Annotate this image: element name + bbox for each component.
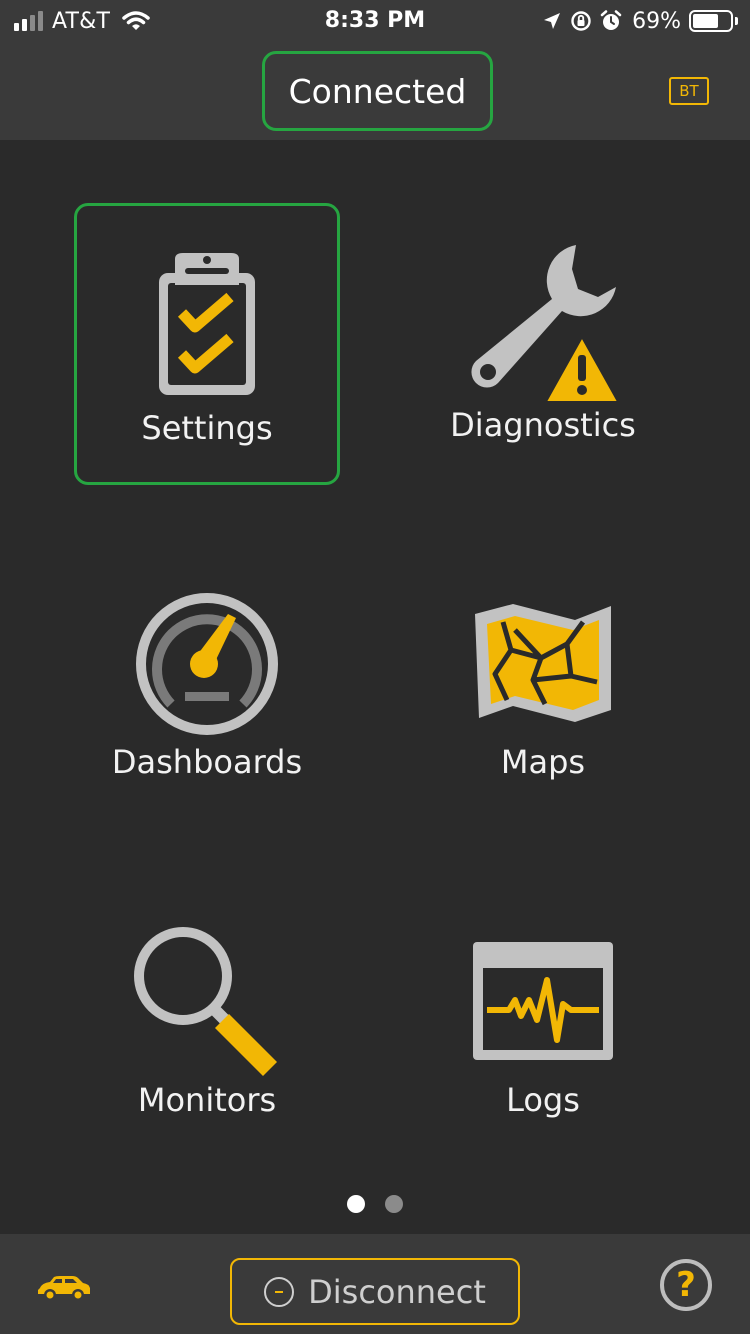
menu-tile-settings-label: Settings [141,409,273,447]
map-icon [410,600,676,726]
disconnect-label: Disconnect [308,1272,486,1311]
menu-tile-dashboards-label: Dashboards [111,743,303,781]
menu-tile-monitors-label: Monitors [137,1081,277,1119]
status-bar-right: 69% [542,6,738,36]
page-dot-2[interactable] [385,1195,403,1213]
menu-tile-monitors[interactable]: Monitors [74,878,340,1160]
menu-tile-diagnostics[interactable]: Diagnostics [410,203,676,485]
battery-fill [693,14,718,28]
wrench-warning-icon [410,243,676,405]
bottom-bar: Disconnect ? [0,1234,750,1334]
car-icon[interactable] [36,1276,92,1306]
menu-tile-maps-label: Maps [500,743,586,781]
clipboard-checklist-icon [77,251,337,401]
menu-tile-logs-label: Logs [506,1081,580,1119]
connection-status-button[interactable]: Connected [262,51,493,131]
app-screen: AT&T 8:33 PM 69% Connected BT Settings D… [0,0,750,1334]
gauge-icon [74,592,340,736]
orientation-lock-icon [571,11,591,31]
minus-circle-icon [264,1276,295,1307]
location-icon [544,13,561,29]
alarm-icon [600,10,622,30]
magnifier-icon [74,924,340,1076]
menu-tile-dashboards[interactable]: Dashboards [74,540,340,822]
page-dot-1[interactable] [347,1195,365,1213]
menu-tile-settings[interactable]: Settings [74,203,340,485]
battery-percent: 69% [632,8,681,34]
battery-icon [689,10,738,32]
waveform-log-icon [410,940,676,1062]
bluetooth-badge[interactable]: BT [669,77,709,105]
menu-tile-diagnostics-label: Diagnostics [450,406,636,444]
app-header: Connected BT [0,42,750,140]
disconnect-button[interactable]: Disconnect [230,1258,520,1325]
help-icon[interactable]: ? [660,1259,712,1311]
menu-tile-logs[interactable]: Logs [410,878,676,1160]
menu-tile-maps[interactable]: Maps [410,540,676,822]
status-bar: AT&T 8:33 PM 69% [0,0,750,42]
page-indicator [0,1195,750,1213]
